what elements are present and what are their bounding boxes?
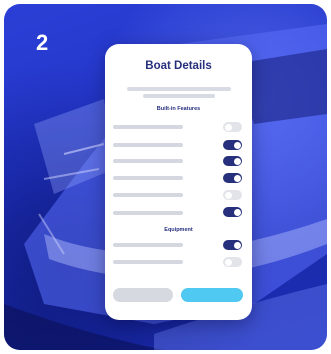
- feature-toggle[interactable]: [223, 156, 242, 166]
- promo-tile: 2 Boat Details Built-in Features Equipme…: [4, 4, 327, 350]
- toggle-knob: [233, 208, 241, 216]
- toggle-knob: [233, 141, 241, 149]
- feature-toggle[interactable]: [223, 207, 242, 217]
- equipment-toggle[interactable]: [223, 240, 242, 250]
- step-number: 2: [36, 30, 49, 55]
- toggle-knob: [233, 157, 241, 165]
- section-heading-equipment: Equipment: [164, 227, 193, 233]
- toggle-knob: [224, 258, 232, 266]
- toggle-knob: [233, 174, 241, 182]
- feature-row-label: [113, 125, 183, 129]
- feature-row-label: [113, 159, 183, 163]
- feature-toggle[interactable]: [223, 122, 242, 132]
- subtitle-placeholder: [143, 94, 215, 98]
- feature-row-label: [113, 176, 183, 180]
- feature-row-label: [113, 211, 183, 215]
- feature-toggle[interactable]: [223, 190, 242, 200]
- feature-toggle[interactable]: [223, 173, 242, 183]
- equipment-toggle[interactable]: [223, 257, 242, 267]
- feature-toggle[interactable]: [223, 140, 242, 150]
- toggle-knob: [224, 191, 232, 199]
- equipment-row-label: [113, 243, 183, 247]
- feature-row-label: [113, 193, 183, 197]
- toggle-knob: [224, 123, 232, 131]
- cancel-button[interactable]: [113, 288, 173, 302]
- feature-row-label: [113, 143, 183, 147]
- boat-details-card: Boat Details Built-in Features Equipment: [105, 44, 252, 320]
- save-button[interactable]: [181, 288, 243, 302]
- card-title: Boat Details: [145, 60, 212, 72]
- toggle-knob: [233, 241, 241, 249]
- equipment-row-label: [113, 260, 183, 264]
- subtitle-placeholder: [127, 87, 231, 91]
- section-heading-built-in-features: Built-in Features: [156, 106, 201, 112]
